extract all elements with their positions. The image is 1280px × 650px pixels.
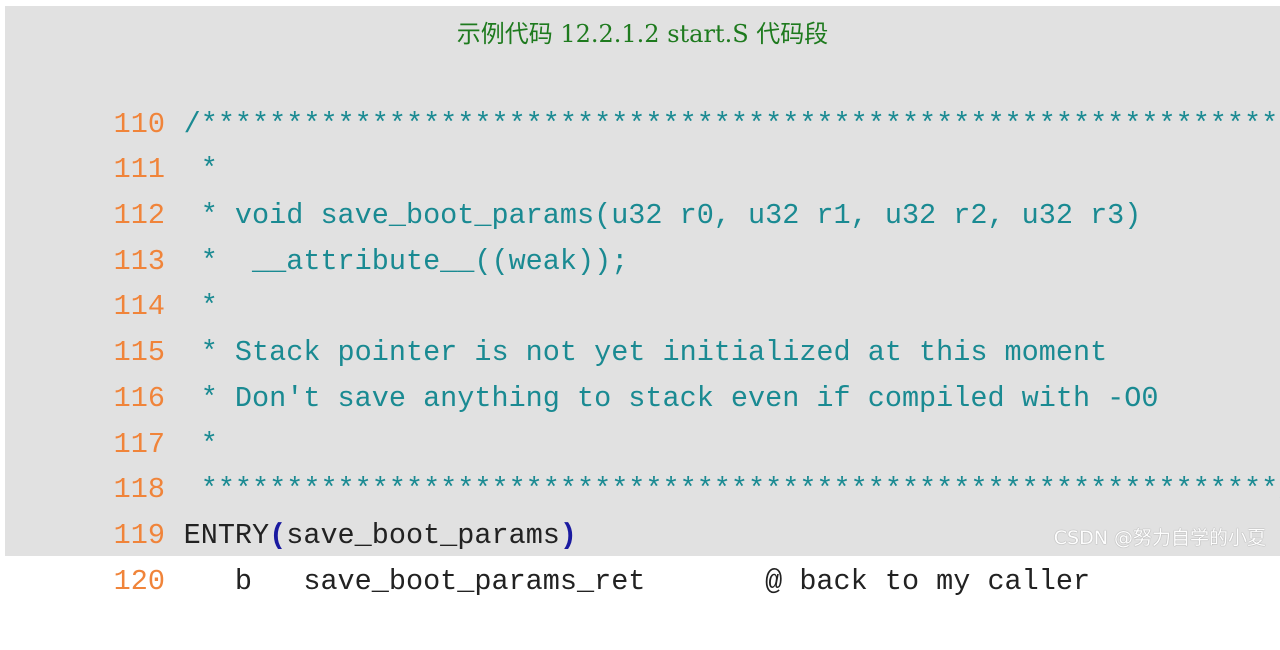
code-line: 115 * Stack pointer is not yet initializ… <box>11 284 1280 369</box>
line-number: 120 <box>113 564 165 598</box>
code-line: 113 * __attribute__((weak)); <box>11 193 1280 278</box>
code-caption: 示例代码 12.2.1.2 start.S 代码段 <box>456 20 829 48</box>
code-listing-panel: 示例代码 12.2.1.2 start.S 代码段 110/**********… <box>5 6 1280 598</box>
code-line: 112 * void save_boot_params(u32 r0, u32 … <box>11 147 1280 232</box>
code-block: 110/************************************… <box>11 56 1280 598</box>
code-line: 116 * Don't save anything to stack even … <box>11 330 1280 415</box>
code-line: 114 * <box>11 239 1280 323</box>
code-line: 117 * <box>11 376 1280 461</box>
code-line: 110/************************************… <box>11 56 1280 141</box>
csdn-watermark: CSDN @努力自学的小夏 <box>1053 527 1266 549</box>
code-line: 111 * <box>11 102 1280 186</box>
code-line: 118 ************************************… <box>11 422 1280 506</box>
code-line: 119 ENTRY(save_boot_params) <box>11 467 1280 552</box>
line-text: b save_boot_params_ret @ back to my call… <box>183 564 1091 598</box>
